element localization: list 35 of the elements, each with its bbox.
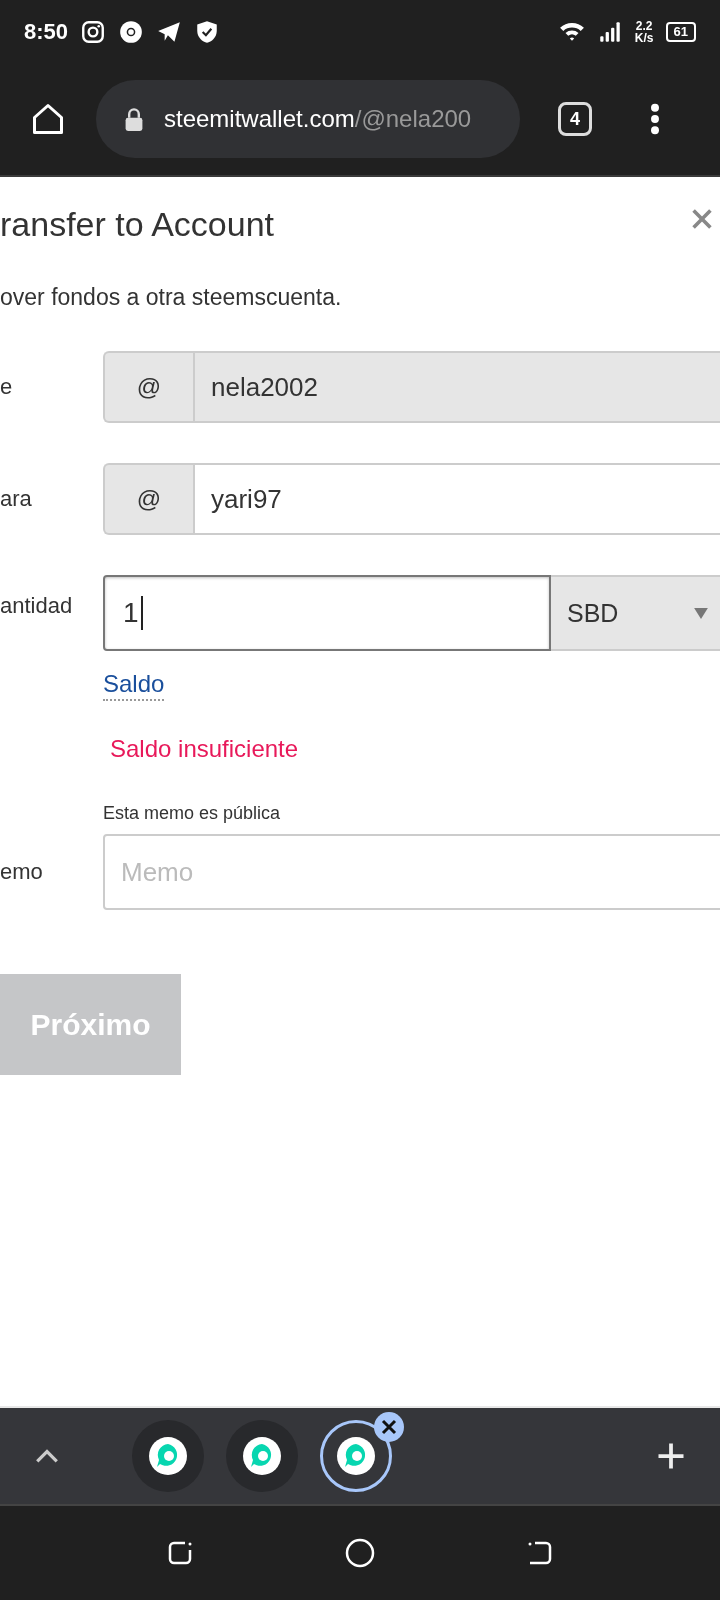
at-prefix: @: [103, 351, 193, 423]
network-speed-unit: K/s: [634, 32, 654, 44]
field-label: ara: [0, 486, 33, 512]
field-label: antidad: [0, 592, 74, 619]
chevron-up-icon[interactable]: [34, 1448, 60, 1464]
status-time: 8:50: [24, 19, 69, 45]
error-message: Saldo insuficiente: [110, 735, 299, 763]
lock-icon: [124, 107, 144, 131]
at-prefix: @: [103, 463, 193, 535]
camera-app-icon: [80, 19, 107, 45]
memo-hint: Esta memo es pública: [103, 803, 281, 824]
chat-bubble-icon: [148, 1436, 188, 1476]
username-field[interactable]: yari97: [193, 463, 720, 535]
menu-icon[interactable]: [650, 102, 660, 136]
chat-bubble-icon: [242, 1436, 282, 1476]
home-button-icon[interactable]: [345, 1538, 375, 1568]
balance-link[interactable]: Saldo: [103, 669, 165, 701]
close-icon[interactable]: [690, 207, 714, 231]
amount-field[interactable]: 1: [103, 575, 551, 651]
browser-app-icon: [118, 19, 145, 45]
battery-indicator: 61: [665, 22, 696, 42]
dialog-subtitle: over fondos a otra steemscuenta.: [0, 284, 343, 311]
plus-icon[interactable]: [656, 1441, 686, 1471]
home-icon[interactable]: [30, 101, 66, 137]
dialog-title: ransfer to Account: [0, 205, 275, 244]
chat-bubble-icon: [336, 1436, 376, 1476]
close-tab-icon[interactable]: [374, 1412, 404, 1442]
field-label: emo: [0, 859, 44, 885]
field-label: e: [0, 374, 14, 400]
network-speed: 2.2: [635, 20, 653, 32]
address-bar[interactable]: steemitwallet.com/@nela200: [96, 80, 520, 158]
currency-select[interactable]: SBD: [551, 575, 720, 651]
tab-count-button[interactable]: 4: [558, 102, 592, 136]
dropdown-arrow-icon: [694, 607, 708, 619]
memo-field[interactable]: Memo: [103, 834, 720, 910]
